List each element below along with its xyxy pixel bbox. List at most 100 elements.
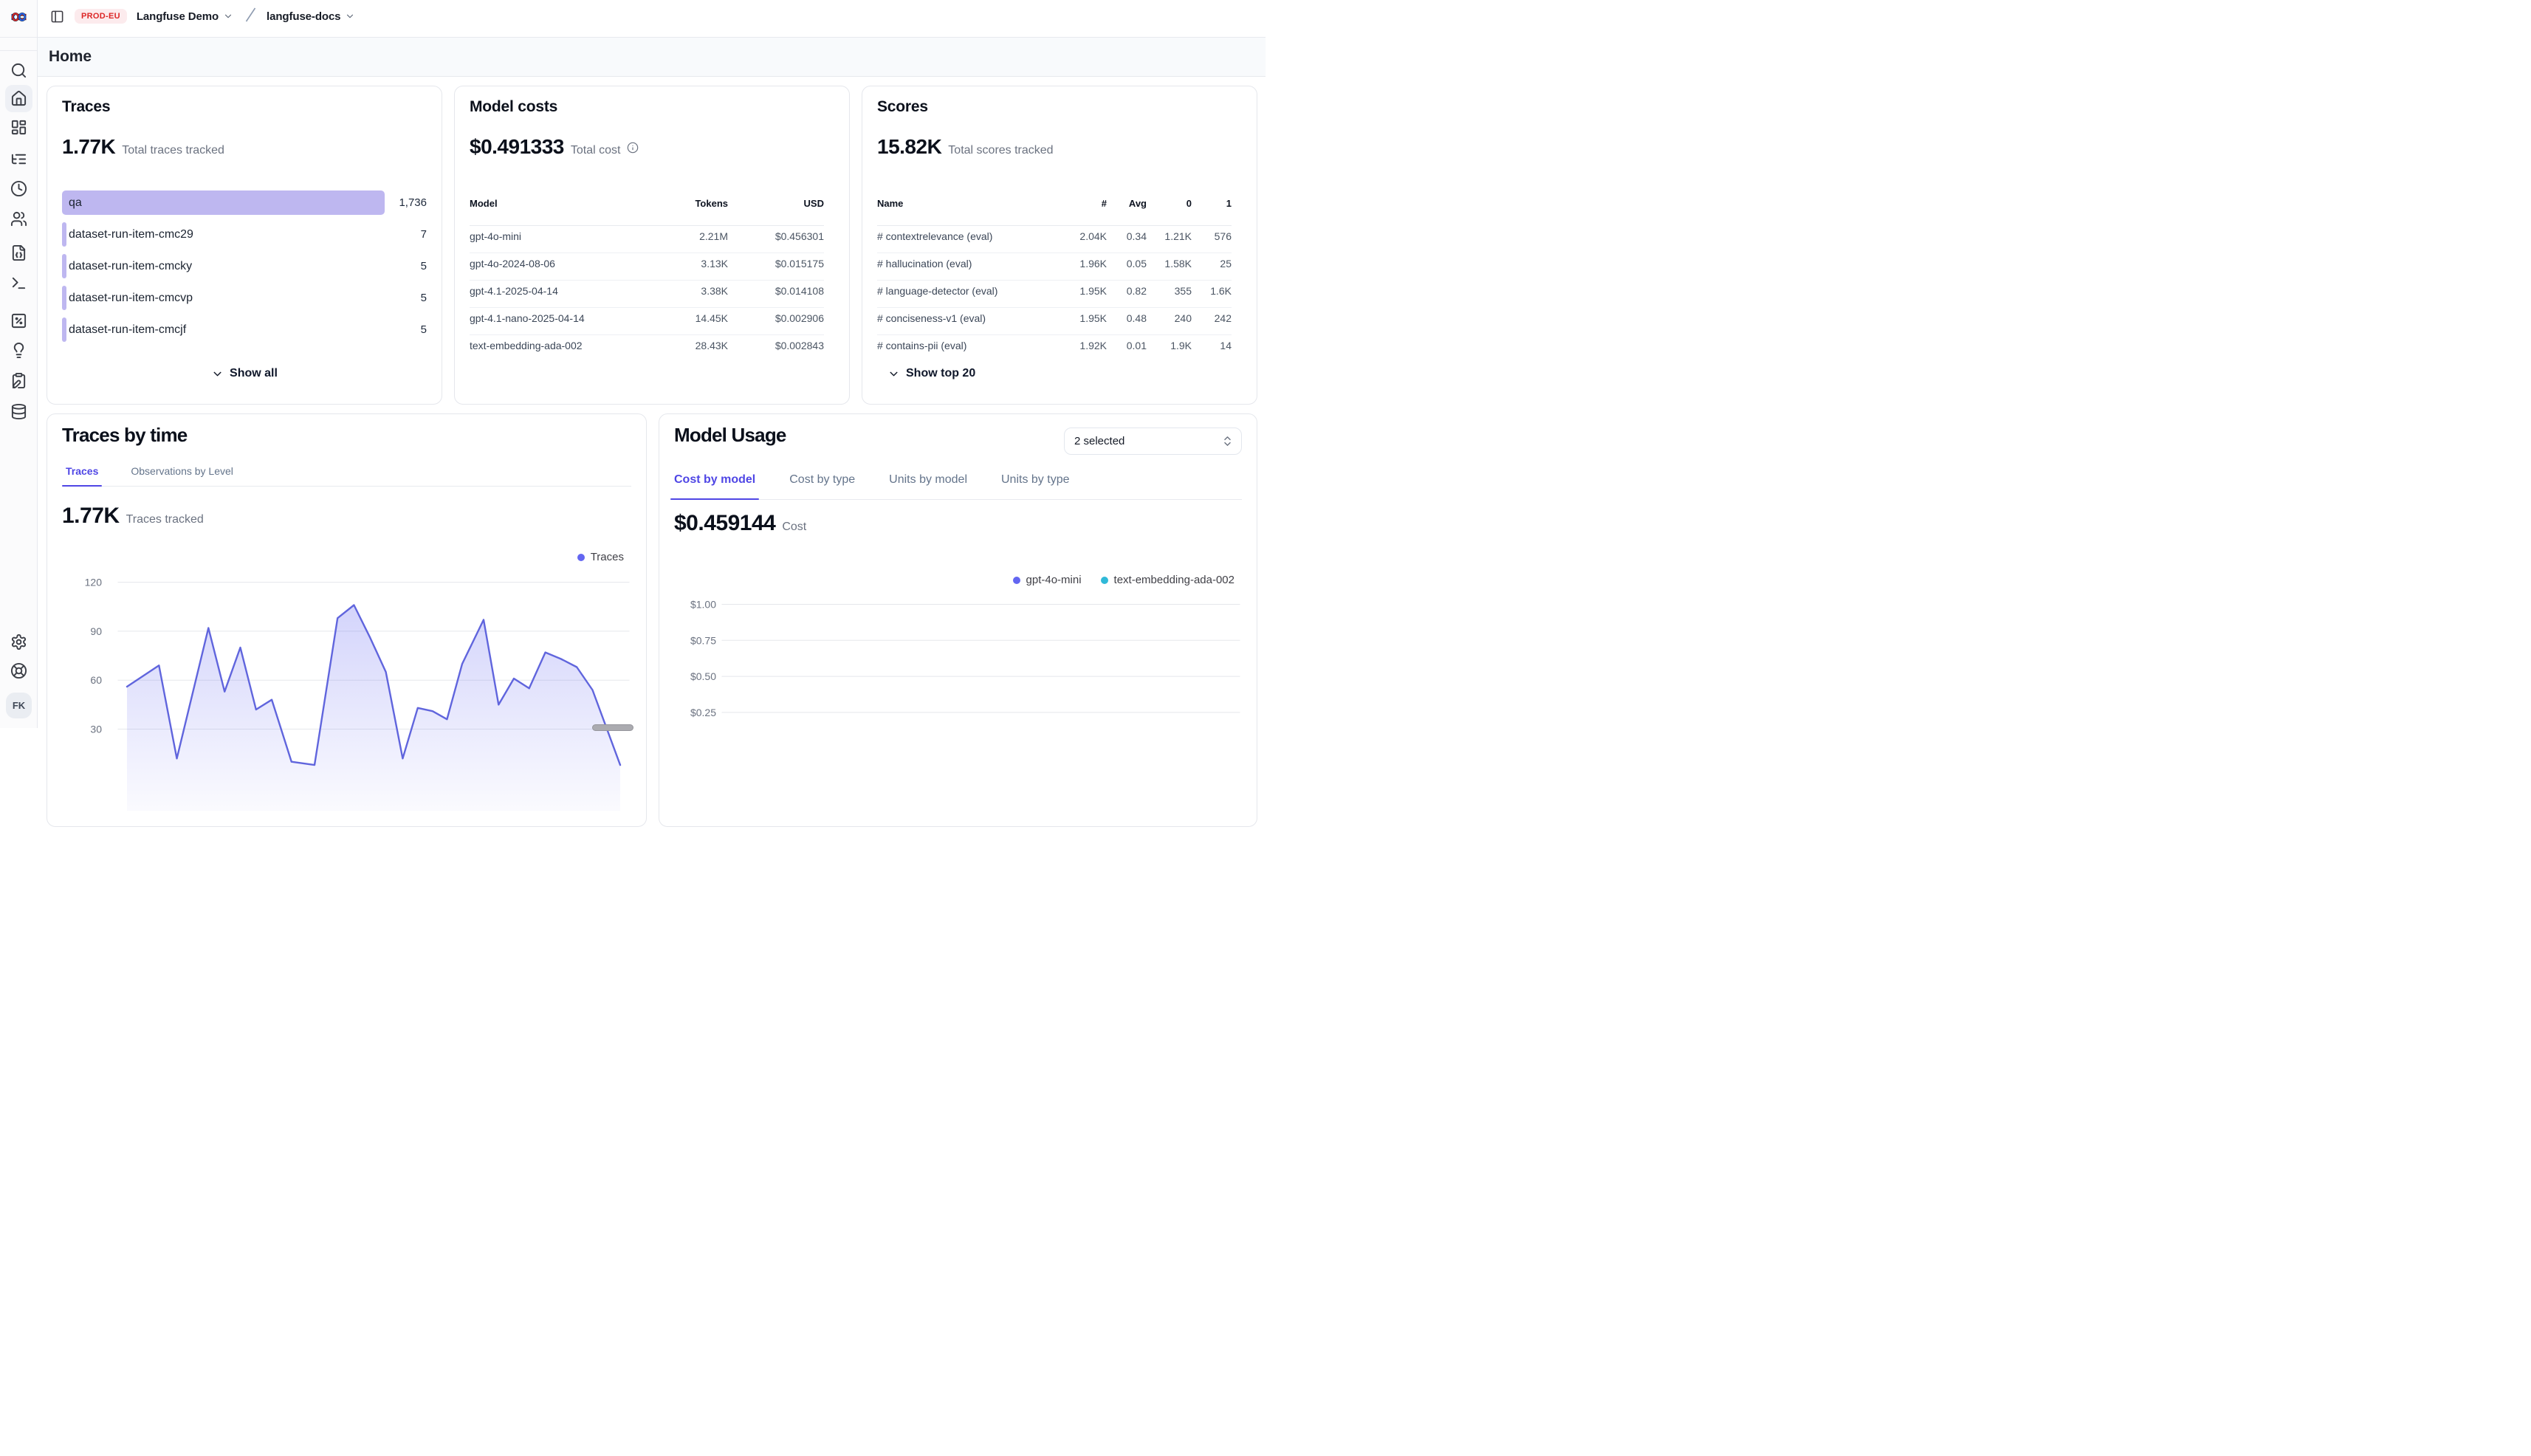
- y-tick-label: $1.00: [690, 599, 716, 611]
- terminal-icon: [10, 275, 27, 292]
- clipboard-pen-icon: [10, 372, 27, 389]
- breadcrumb-slash: [244, 7, 257, 27]
- sidebar-item-settings[interactable]: [0, 633, 38, 650]
- app: FK PROD-EU Langfuse Demo langfuse-docs H…: [0, 0, 1266, 728]
- avatar[interactable]: FK: [6, 693, 32, 718]
- show-all-label: Show all: [230, 367, 278, 380]
- show-all-button[interactable]: Show all: [211, 367, 278, 380]
- sidebar-item-tracing[interactable]: [0, 151, 38, 168]
- table-row: gpt-4o-2024-08-063.13K$0.015175: [470, 253, 824, 281]
- info-icon[interactable]: [627, 142, 639, 154]
- lifebuoy-icon: [10, 662, 27, 679]
- users-icon: [10, 210, 27, 227]
- card-title: Model costs: [470, 97, 834, 117]
- cell-value: 1: [1192, 198, 1232, 210]
- square-percent-icon: [10, 312, 27, 329]
- table-row: # contextrelevance (eval)2.04K0.341.21K5…: [877, 226, 1232, 253]
- sidebar-item-annotation-queues[interactable]: [0, 372, 38, 389]
- cell-value: 28.43K: [647, 338, 728, 353]
- bar-label: dataset-run-item-cmcvp: [69, 286, 193, 310]
- lightbulb-icon: [10, 342, 27, 359]
- cell-value: #: [1062, 198, 1107, 210]
- sidebar-item-search[interactable]: [0, 62, 38, 79]
- trace-bar-row[interactable]: dataset-run-item-cmcjf5: [62, 317, 427, 342]
- sidebar-item-sessions[interactable]: [0, 180, 38, 197]
- trace-bar-row[interactable]: qa1,736: [62, 190, 427, 215]
- cell-value: 0.01: [1107, 338, 1147, 353]
- cell-value: USD: [728, 198, 824, 210]
- table-header-row: Name#Avg01: [877, 196, 1232, 226]
- cell-value: 0.82: [1107, 284, 1147, 298]
- trace-bar-row[interactable]: dataset-run-item-cmc297: [62, 222, 427, 247]
- chevron-down-icon: [211, 368, 224, 380]
- project-name: langfuse-docs: [267, 10, 340, 23]
- y-tick-label: $0.50: [690, 670, 716, 682]
- bar: [62, 286, 66, 310]
- chart-scrollbar[interactable]: [592, 724, 633, 731]
- trace-bar-row[interactable]: dataset-run-item-cmcvp5: [62, 286, 427, 310]
- traces-by-time-card: Traces by time TracesObservations by Lev…: [47, 413, 647, 827]
- cell-value: 25: [1192, 256, 1232, 271]
- card-title: Scores: [877, 97, 1242, 117]
- clock-icon: [10, 180, 27, 197]
- cell-value: 2.21M: [647, 229, 728, 244]
- cell-value: 1.9K: [1147, 338, 1192, 353]
- cell-value: 576: [1192, 229, 1232, 244]
- sidebar-item-insights[interactable]: [0, 342, 38, 359]
- cell-name: gpt-4.1-nano-2025-04-14: [470, 311, 647, 326]
- y-tick-label: 90: [90, 625, 102, 637]
- sidebar-item-playground[interactable]: [0, 275, 38, 292]
- sidebar-item-prompts[interactable]: [0, 244, 38, 261]
- sidebar: FK: [0, 0, 38, 728]
- cell-name: # contains-pii (eval): [877, 338, 1062, 353]
- cell-name: # conciseness-v1 (eval): [877, 311, 1062, 326]
- cell-value: 1.21K: [1147, 229, 1192, 244]
- info-circle-icon: [627, 142, 639, 154]
- sidebar-item-users[interactable]: [0, 210, 38, 227]
- trace-name-bar-list: qa1,736 dataset-run-item-cmc297 dataset-ru…: [62, 190, 427, 342]
- project-switcher[interactable]: langfuse-docs: [267, 10, 355, 23]
- traces-by-time-chart: 120906030: [47, 414, 648, 828]
- org-switcher[interactable]: Langfuse Demo: [137, 10, 233, 23]
- cell-value: 14: [1192, 338, 1232, 353]
- cell-value: $0.015175: [728, 256, 824, 271]
- cell-value: 0.48: [1107, 311, 1147, 326]
- table-row: # language-detector (eval)1.95K0.823551.…: [877, 281, 1232, 308]
- cell-value: 240: [1147, 311, 1192, 326]
- model-costs-card: Model costs $0.491333 Total cost ModelTo…: [454, 86, 850, 405]
- card-title: Traces: [62, 97, 427, 117]
- cell-value: 2.04K: [1062, 229, 1107, 244]
- home-icon: [10, 90, 27, 107]
- cell-name: Model: [470, 198, 647, 210]
- sidebar-item-home[interactable]: [0, 90, 38, 107]
- cell-name: # contextrelevance (eval): [877, 229, 1062, 244]
- bar-zone: dataset-run-item-cmcvp: [62, 286, 384, 310]
- cell-name: gpt-4o-2024-08-06: [470, 256, 647, 271]
- sidebar-item-support[interactable]: [0, 662, 38, 679]
- bar-value: 7: [384, 228, 427, 241]
- big-number: 1.77K: [62, 134, 115, 159]
- table-row: gpt-4o-mini2.21M$0.456301: [470, 226, 824, 253]
- database-icon: [10, 403, 27, 420]
- bar-zone: dataset-run-item-cmcky: [62, 254, 384, 278]
- settings-icon: [10, 633, 27, 650]
- scores-card: Scores 15.82K Total scores tracked Name#…: [862, 86, 1257, 405]
- sidebar-item-evaluation[interactable]: [0, 312, 38, 329]
- chevron-down-icon: [887, 368, 900, 380]
- cell-value: 1.96K: [1062, 256, 1107, 271]
- cell-value: $0.002843: [728, 338, 824, 353]
- sidebar-item-datasets[interactable]: [0, 403, 38, 420]
- cell-value: 0.05: [1107, 256, 1147, 271]
- show-top-button[interactable]: Show top 20: [887, 367, 975, 380]
- bar-value: 5: [384, 260, 427, 272]
- sidebar-toggle-button[interactable]: [50, 10, 64, 24]
- bar-value: 1,736: [384, 196, 427, 209]
- page-title: Home: [49, 48, 92, 66]
- trace-bar-row[interactable]: dataset-run-item-cmcky5: [62, 254, 427, 278]
- table-row: text-embedding-ada-00228.43K$0.002843: [470, 335, 824, 363]
- big-number-row: 15.82K Total scores tracked: [877, 134, 1242, 159]
- page-header: Home: [38, 38, 1266, 77]
- sidebar-item-dashboards[interactable]: [0, 119, 38, 136]
- cell-value: 1.6K: [1192, 284, 1232, 298]
- table-row: gpt-4.1-nano-2025-04-1414.45K$0.002906: [470, 308, 824, 335]
